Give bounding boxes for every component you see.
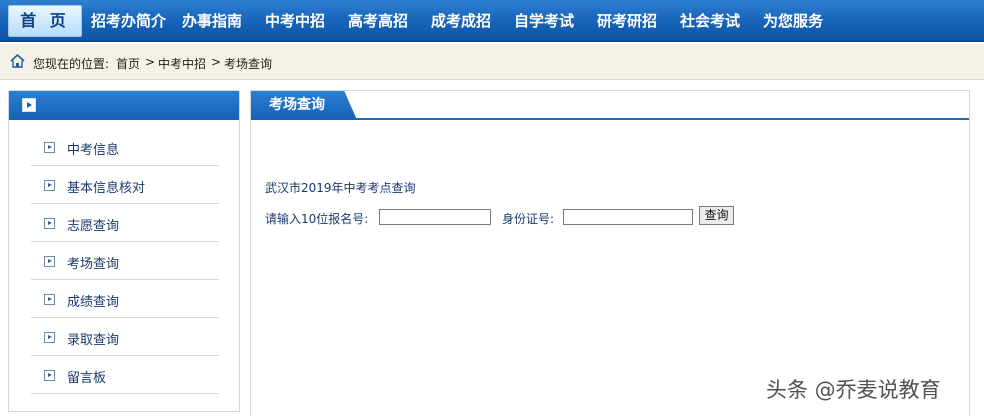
query-button[interactable]: 查询 bbox=[699, 206, 734, 225]
sidebar-item-exam-room[interactable]: 考场查询 bbox=[31, 242, 219, 280]
sidebar-item-label: 成绩查询 bbox=[67, 295, 120, 310]
sidebar-item-info-check[interactable]: 基本信息核对 bbox=[31, 166, 219, 204]
id-number-input[interactable] bbox=[563, 209, 693, 225]
sidebar-item-zhongkao-info[interactable]: 中考信息 bbox=[31, 128, 219, 166]
id-number-label: 身份证号: bbox=[502, 212, 555, 226]
top-nav: 首 页 招考办简介 办事指南 中考中招 高考高招 成考成招 自学考试 研考研招 … bbox=[0, 0, 984, 42]
sidebar-item-label: 中考信息 bbox=[67, 143, 120, 158]
sidebar-item-label: 留言板 bbox=[67, 371, 107, 386]
tab-exam-room[interactable]: 考场查询 bbox=[251, 91, 357, 120]
breadcrumb-item-home[interactable]: 首页 bbox=[116, 55, 140, 72]
nav-item-guide[interactable]: 办事指南 bbox=[182, 0, 242, 42]
nav-item-service[interactable]: 为您服务 bbox=[763, 0, 823, 42]
sidebar-header bbox=[9, 91, 239, 120]
breadcrumb-separator: > bbox=[211, 55, 222, 69]
breadcrumb-item-zhongkao[interactable]: 中考中招 bbox=[158, 55, 206, 72]
nav-item-gaokao[interactable]: 高考高招 bbox=[348, 0, 408, 42]
page-title: 武汉市2019年中考考点查询 bbox=[265, 181, 416, 195]
home-icon bbox=[10, 54, 25, 68]
arrow-bullet-icon bbox=[44, 332, 55, 343]
main-panel: 考场查询 武汉市2019年中考考点查询 请输入10位报名号: 身份证号: 查询 bbox=[250, 90, 970, 416]
sidebar-item-label: 基本信息核对 bbox=[67, 181, 146, 196]
sidebar-item-label: 录取查询 bbox=[67, 333, 120, 348]
nav-item-about[interactable]: 招考办简介 bbox=[91, 0, 166, 42]
registration-number-label: 请输入10位报名号: bbox=[265, 212, 369, 226]
nav-item-yankao[interactable]: 研考研招 bbox=[597, 0, 657, 42]
sidebar-item-message-board[interactable]: 留言板 bbox=[31, 356, 219, 394]
nav-item-zixue[interactable]: 自学考试 bbox=[514, 0, 574, 42]
arrow-bullet-icon bbox=[44, 294, 55, 305]
breadcrumb: 您现在的位置: 首页 > 中考中招 > 考场查询 bbox=[0, 44, 984, 80]
arrow-bullet-icon bbox=[44, 256, 55, 267]
breadcrumb-separator: > bbox=[145, 55, 156, 69]
sidebar-item-admission[interactable]: 录取查询 bbox=[31, 318, 219, 356]
nav-home-button[interactable]: 首 页 bbox=[8, 5, 82, 37]
arrow-bullet-icon bbox=[44, 142, 55, 153]
sidebar-item-label: 考场查询 bbox=[67, 257, 120, 272]
nav-item-shehui[interactable]: 社会考试 bbox=[680, 0, 740, 42]
panel-tabbar: 考场查询 bbox=[251, 91, 969, 120]
registration-number-input[interactable] bbox=[379, 209, 491, 225]
nav-item-zhongkao[interactable]: 中考中招 bbox=[265, 0, 325, 42]
breadcrumb-prefix: 您现在的位置: bbox=[33, 57, 110, 71]
watermark: 头条 @乔麦说教育 bbox=[766, 378, 941, 402]
sidebar-item-label: 志愿查询 bbox=[67, 219, 120, 234]
play-icon bbox=[22, 98, 36, 112]
arrow-bullet-icon bbox=[44, 218, 55, 229]
sidebar-item-wish-query[interactable]: 志愿查询 bbox=[31, 204, 219, 242]
nav-item-chengkao[interactable]: 成考成招 bbox=[431, 0, 491, 42]
arrow-bullet-icon bbox=[44, 370, 55, 381]
sidebar-item-score[interactable]: 成绩查询 bbox=[31, 280, 219, 318]
sidebar: 中考信息 基本信息核对 志愿查询 考场查询 成绩查询 录取查询 留言板 bbox=[8, 90, 240, 412]
arrow-bullet-icon bbox=[44, 180, 55, 191]
breadcrumb-item-current: 考场查询 bbox=[224, 57, 273, 71]
